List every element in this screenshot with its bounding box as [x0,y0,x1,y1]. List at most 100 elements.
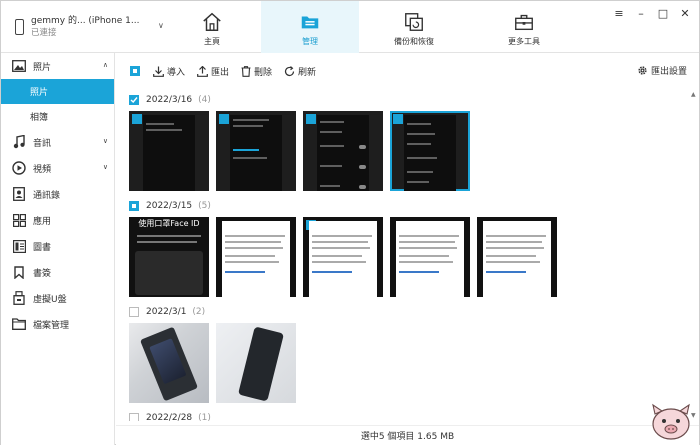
photo-thumbnail[interactable] [129,323,209,403]
contacts-icon [12,187,26,201]
date-group: 2022/3/16 (4) [116,89,690,191]
sidebar-item-file-manager[interactable]: 檔案管理 [1,311,114,337]
group-date: 2022/2/28 [146,413,193,421]
tab-home[interactable]: 主頁 [163,1,261,53]
menu-icon[interactable]: ≡ [613,7,625,20]
thumbnail-checkbox[interactable] [306,114,316,124]
sidebar-item-virtual-usb[interactable]: 虛擬U盤 [1,285,114,311]
select-all-checkbox[interactable] [130,66,140,76]
export-button[interactable]: 匯出 [197,65,229,78]
sidebar-subitem-photos[interactable]: 照片 [1,79,114,104]
status-bar: 選中5 個項目 1.65 MB [116,425,699,445]
photo-thumbnail[interactable] [216,323,296,403]
faceid-title: 使用口罩Face ID [138,219,200,228]
book-icon [12,239,26,253]
screenshot-preview [483,221,551,297]
refresh-icon [284,65,295,76]
screenshot-preview [309,221,377,297]
trash-icon [241,65,251,77]
photo-thumbnail[interactable] [216,111,296,191]
date-group: 2022/2/28 (1) [116,407,690,421]
phone-icon [15,19,24,35]
sidebar-item-audio[interactable]: 音訊 ∨ [1,129,114,155]
device-name: gemmy 的... (iPhone 1... [31,16,140,26]
screenshot-preview [396,221,464,297]
photo-thumbnail[interactable] [390,217,470,297]
export-label: 匯出 [211,67,230,78]
group-date: 2022/3/16 [146,95,193,105]
export-settings-button[interactable]: 匯出設置 [637,64,687,77]
sidebar-item-label: 書簽 [33,268,52,279]
sidebar-item-bookmarks[interactable]: 書簽 [1,259,114,285]
sidebar-item-books[interactable]: 圖書 [1,233,114,259]
tab-manage-label: 管理 [302,37,318,46]
close-icon[interactable]: ✕ [679,7,691,20]
sidebar-item-photos[interactable]: 照片 ∧ [1,53,114,79]
sidebar-item-label: 視頻 [33,164,52,175]
delete-button[interactable]: 刪除 [241,65,272,78]
phone-photo [216,323,296,403]
manage-icon [301,16,319,29]
chevron-down-icon[interactable]: ∨ [103,163,108,171]
tab-more-tools[interactable]: 更多工具 [469,1,579,53]
refresh-button[interactable]: 刷新 [284,65,316,78]
photo-thumbnail[interactable] [216,217,296,297]
thumbnail-checkbox[interactable] [132,114,142,124]
photo-thumbnail[interactable] [303,111,383,191]
group-checkbox[interactable] [129,307,139,317]
sidebar-item-apps[interactable]: 應用 [1,207,114,233]
photo-grid: 2022/3/16 (4) 2022/3/15 (5) 使用口罩Face ID … [116,89,690,421]
device-selector[interactable]: gemmy 的... (iPhone 1... 已連接 ∨ [1,1,174,53]
toolbar: 導入 匯出 刪除 刷新 匯出設置 [116,53,699,89]
photo-thumbnail[interactable] [477,217,557,297]
screenshot-preview [404,115,456,191]
top-bar: gemmy 的... (iPhone 1... 已連接 ∨ 主頁 管理 備份和恢… [1,1,699,53]
sidebar-item-label: 檔案管理 [33,320,70,331]
sidebar-item-contacts[interactable]: 通訊錄 [1,181,114,207]
sidebar-item-label: 照片 [33,62,52,73]
export-settings-label: 匯出設置 [650,67,687,77]
screenshot-preview [222,221,290,297]
scroll-up-icon[interactable]: ▲ [691,91,696,98]
chevron-up-icon[interactable]: ∧ [103,61,108,69]
photo-thumbnail[interactable] [303,217,383,297]
main-nav: 主頁 管理 備份和恢復 更多工具 [163,1,579,53]
group-checkbox[interactable] [129,95,139,105]
photo-thumbnail[interactable]: 使用口罩Face ID [129,217,209,297]
sidebar-item-label: 音訊 [33,138,52,149]
tab-backup-restore[interactable]: 備份和恢復 [359,1,469,53]
group-count: (2) [192,307,206,317]
minimize-icon[interactable]: – [635,7,647,20]
date-group: 2022/3/15 (5) 使用口罩Face ID [116,195,690,297]
photo-thumbnail[interactable] [390,111,470,191]
device-status: 已連接 [31,28,57,38]
maximize-icon[interactable]: □ [657,7,669,20]
tab-manage[interactable]: 管理 [261,1,359,53]
import-button[interactable]: 導入 [153,65,185,78]
sidebar-item-video[interactable]: 視頻 ∨ [1,155,114,181]
thumbnail-checkbox[interactable] [393,114,403,124]
group-checkbox[interactable] [129,201,139,211]
group-count: (1) [198,413,211,421]
home-icon [203,12,221,31]
group-checkbox[interactable] [129,413,139,421]
sidebar-item-label: 通訊錄 [33,190,61,201]
apps-icon [12,213,26,227]
export-icon [197,65,208,77]
chevron-down-icon[interactable]: ∨ [103,137,108,145]
date-group-header: 2022/3/16 (4) [116,89,690,111]
backup-restore-icon [405,13,423,31]
thumbnail-checkbox[interactable] [219,114,229,124]
group-count: (4) [198,95,211,105]
pig-mascot-icon [652,403,690,440]
sidebar: 照片 ∧ 照片 相簿 音訊 ∨ 視頻 ∨ 通訊錄 應用 圖書 書簽 虛擬U盤 檔… [1,53,115,445]
scrollbar[interactable]: ▲ ▼ [690,89,699,421]
group-date: 2022/3/15 [146,201,193,211]
screenshot-preview [317,115,369,191]
date-group: 2022/3/1 (2) [116,301,690,403]
screenshot-preview [143,115,195,191]
sidebar-item-label: 圖書 [33,242,52,253]
tab-backup-restore-label: 備份和恢復 [394,37,434,46]
sidebar-subitem-albums[interactable]: 相簿 [1,104,114,129]
photo-thumbnail[interactable] [129,111,209,191]
